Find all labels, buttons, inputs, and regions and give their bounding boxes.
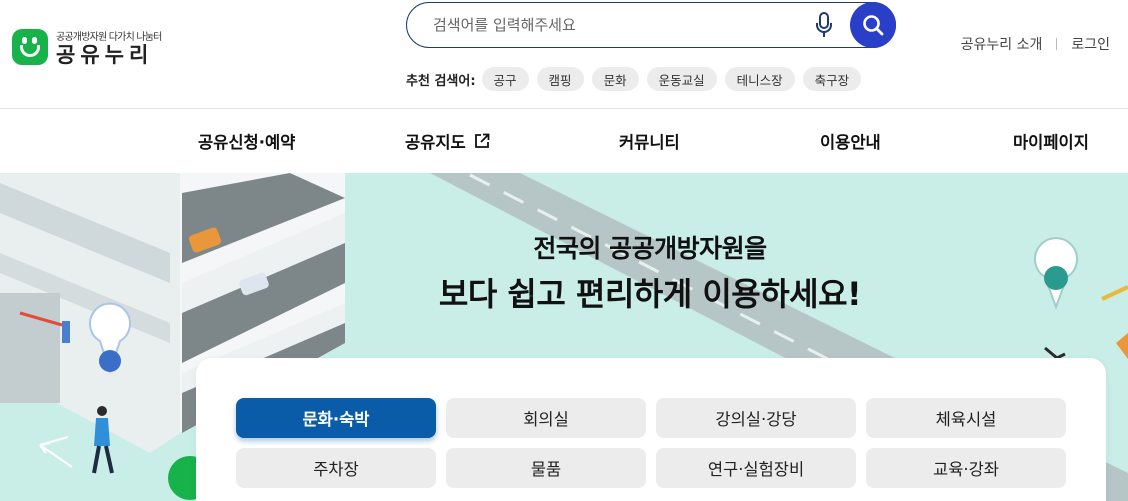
category-sports-facility[interactable]: 체육시설 [866, 398, 1066, 438]
nav-guide[interactable]: 이용안내 [820, 129, 881, 153]
nav-mypage[interactable]: 마이페이지 [1013, 129, 1089, 153]
search-icon [863, 15, 884, 36]
recommended-label: 추천 검색어: [406, 73, 476, 89]
category-parking[interactable]: 주차장 [236, 448, 436, 488]
nav-share-map-label: 공유지도 [405, 133, 466, 152]
nav-share-request[interactable]: 공유신청·예약 [198, 129, 295, 153]
category-education[interactable]: 교육·강좌 [866, 448, 1066, 488]
recommended-chip[interactable]: 캠핑 [536, 67, 584, 91]
category-panel: 문화·숙박 회의실 강의실·강당 체육시설 주차장 물품 연구·실험장비 교육·… [196, 358, 1106, 501]
recommended-chip[interactable]: 문화 [591, 67, 639, 91]
hero-title: 전국의 공공개방자원을 보다 쉽고 편리하게 이용하세요! [0, 229, 1128, 315]
category-goods[interactable]: 물품 [446, 448, 646, 488]
microphone-button[interactable] [809, 10, 839, 40]
nav-share-map[interactable]: 공유지도 [405, 129, 490, 153]
search-button[interactable] [850, 2, 896, 48]
recommended-chip[interactable]: 공구 [481, 67, 529, 91]
hero-line1: 전국의 공공개방자원을 [533, 234, 767, 263]
recommended-chip[interactable]: 운동교실 [646, 67, 717, 91]
divider [1056, 38, 1058, 50]
recommended-keywords: 추천 검색어: 공구 캠핑 문화 운동교실 테니스장 축구장 [406, 67, 869, 91]
hero-line2: 보다 쉽고 편리하게 이용하세요! [438, 275, 862, 313]
category-lecture-hall[interactable]: 강의실·강당 [656, 398, 856, 438]
nav-community[interactable]: 커뮤니티 [619, 129, 680, 153]
search-input[interactable] [433, 13, 803, 37]
recommended-chip[interactable]: 축구장 [802, 67, 862, 91]
hero-banner: 전국의 공공개방자원을 보다 쉽고 편리하게 이용하세요! 문화·숙박 회의실 … [0, 173, 1128, 501]
utility-links: 공유누리 소개 로그인 [961, 34, 1110, 54]
main-navigation: 공유신청·예약 공유지도 커뮤니티 이용안내 마이페이지 [0, 108, 1128, 173]
header: 공공개방자원 다가치 나눔터 공유누리 추천 검색어: 공구 캠핑 문화 운동교… [0, 0, 1128, 108]
logo-text: 공공개방자원 다가치 나눔터 공유누리 [56, 28, 162, 67]
login-link[interactable]: 로그인 [1071, 34, 1110, 54]
logo-name: 공유누리 [56, 42, 154, 67]
microphone-icon [816, 12, 832, 37]
logo-mark-icon [12, 29, 48, 65]
external-link-icon [474, 133, 490, 148]
category-meeting-room[interactable]: 회의실 [446, 398, 646, 438]
logo-subtitle: 공공개방자원 다가치 나눔터 [56, 31, 162, 43]
category-research-equipment[interactable]: 연구·실험장비 [656, 448, 856, 488]
logo[interactable]: 공공개방자원 다가치 나눔터 공유누리 [12, 24, 182, 70]
about-link[interactable]: 공유누리 소개 [961, 34, 1043, 54]
search-box [406, 2, 896, 48]
recommended-chip[interactable]: 테니스장 [724, 67, 795, 91]
category-culture-lodging[interactable]: 문화·숙박 [236, 398, 436, 438]
